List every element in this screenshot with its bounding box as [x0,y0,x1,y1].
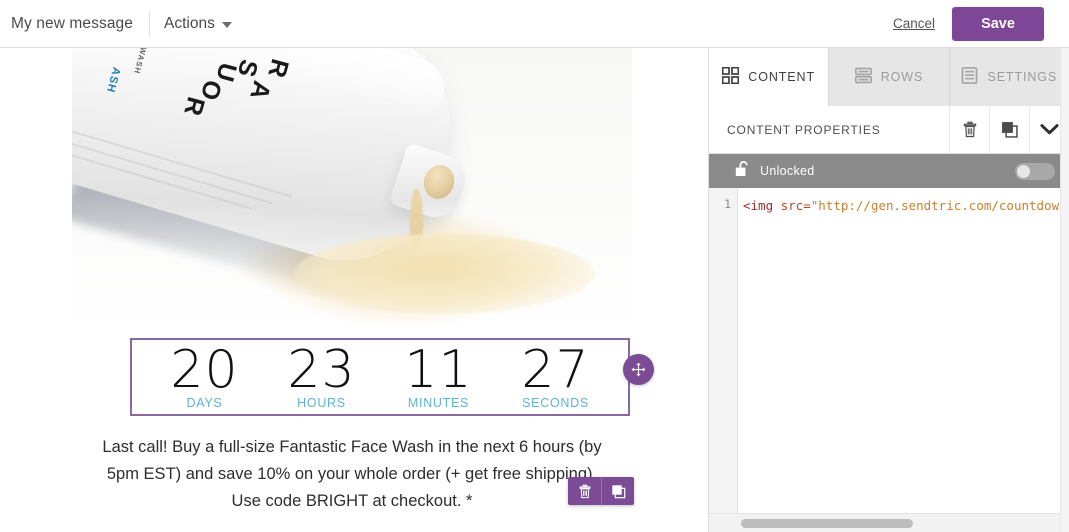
top-toolbar-actions: Cancel Save [893,6,1069,41]
duplicate-icon [611,484,625,498]
countdown-block[interactable]: 20 DAYS 23 HOURS 11 MINUTES 27 SECONDS [72,338,654,418]
code-token-attr: src [773,198,804,213]
countdown-value: 11 [404,340,473,400]
chevron-down-icon [1040,124,1059,135]
countdown-digits: 20 DAYS 23 HOURS 11 MINUTES 27 SECONDS [132,340,628,410]
countdown-value: 27 [521,340,590,400]
code-line-number: 1 [724,197,731,211]
countdown-value: 23 [287,340,356,400]
panel-tabs: CONTENT ROWS SETTINGS [709,48,1069,106]
lock-toggle[interactable] [1015,162,1055,180]
countdown-frame[interactable]: 20 DAYS 23 HOURS 11 MINUTES 27 SECONDS [130,338,630,416]
content-properties-header: CONTENT PROPERTIES [709,105,1069,154]
code-token-equals: = [803,198,811,213]
move-arrows-icon[interactable] [623,354,654,385]
trash-icon [963,121,976,138]
message-title: My new message [11,14,134,32]
duplicate-content-button[interactable] [989,105,1029,154]
grid-squares-icon [722,66,740,87]
countdown-label: HOURS [297,396,346,410]
actions-menu-label: Actions [164,14,215,32]
html-code-editor[interactable]: 1 <img src="http://gen.sendtric.com/coun… [709,188,1069,532]
code-gutter: 1 [709,188,738,532]
code-token-string: "http://gen.sendtric.com/countdown/ [810,198,1069,213]
horizontal-scrollbar-thumb[interactable] [741,519,913,528]
countdown-unit-days: 20 DAYS [150,342,260,410]
content-properties-title: CONTENT PROPERTIES [727,122,881,137]
trash-icon [579,484,590,498]
chevron-down-icon [221,21,232,28]
duplicate-element-button[interactable] [601,477,634,505]
tab-settings-label: SETTINGS [987,70,1058,84]
tube-ridge [72,117,292,198]
countdown-value: 20 [170,340,239,400]
email-body-text[interactable]: Last call! Buy a full-size Fantastic Fac… [72,434,632,515]
hero-product-image[interactable]: R A S U O R ASH WASH [72,48,632,331]
code-token-tag: <img [743,198,774,213]
countdown-label: DAYS [186,396,223,410]
actions-menu-button[interactable]: Actions [164,15,232,33]
delete-element-button[interactable] [568,477,601,505]
lock-row: Unlocked [709,154,1069,188]
document-lines-icon [961,67,978,87]
email-editor-app: My new message Actions Cancel Save R A S… [0,0,1069,532]
email-body: R A S U O R ASH WASH 20 DAYS 23 HOURS 11… [72,48,654,532]
countdown-unit-minutes: 11 MINUTES [384,342,494,410]
tab-rows-label: ROWS [880,70,924,84]
properties-panel: CONTENT ROWS SETTINGS CONTENT PROPERTIES… [708,48,1069,532]
countdown-unit-hours: 23 HOURS [267,342,377,410]
countdown-unit-seconds: 27 SECONDS [501,342,611,410]
toolbar-divider [149,10,151,37]
tab-rows[interactable]: ROWS [829,48,950,106]
element-toolbar [568,477,634,505]
code-line-1[interactable]: <img src="http://gen.sendtric.com/countd… [743,197,1069,214]
top-toolbar: My new message Actions Cancel Save [0,0,1069,48]
lock-toggle-knob [1017,164,1030,178]
delete-content-button[interactable] [949,105,989,154]
tab-settings[interactable]: SETTINGS [949,48,1069,106]
vertical-scrollbar[interactable] [1060,48,1069,532]
email-canvas[interactable]: R A S U O R ASH WASH 20 DAYS 23 HOURS 11… [0,48,708,532]
open-padlock-icon [735,160,751,183]
countdown-label: SECONDS [522,396,589,410]
save-button[interactable]: Save [952,6,1044,41]
duplicate-icon [1002,122,1018,138]
tab-content[interactable]: CONTENT [709,48,830,106]
tab-content-label: CONTENT [748,70,816,84]
horizontal-scrollbar[interactable] [709,513,1069,532]
cancel-button[interactable]: Cancel [893,16,935,31]
lock-state-label: Unlocked [760,164,815,178]
rows-icon [854,67,872,87]
cream-pool [294,234,594,314]
countdown-label: MINUTES [407,396,470,410]
